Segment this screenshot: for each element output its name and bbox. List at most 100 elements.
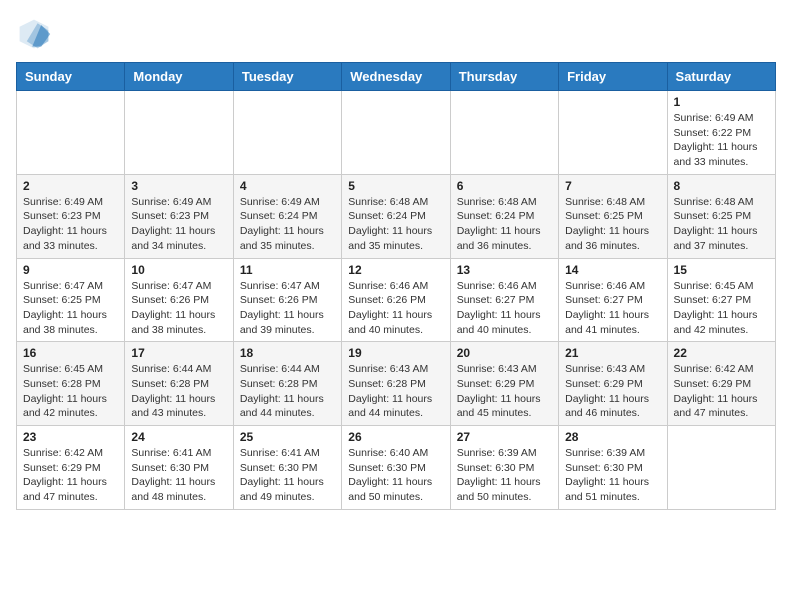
day-info: Sunrise: 6:43 AM Sunset: 6:28 PM Dayligh…	[348, 362, 443, 421]
calendar-cell: 23 Sunrise: 6:42 AM Sunset: 6:29 PM Dayli…	[17, 426, 125, 510]
calendar-cell: 14 Sunrise: 6:46 AM Sunset: 6:27 PM Dayli…	[559, 258, 667, 342]
calendar-week-row: 16 Sunrise: 6:45 AM Sunset: 6:28 PM Dayli…	[17, 342, 776, 426]
day-info: Sunrise: 6:45 AM Sunset: 6:27 PM Dayligh…	[674, 279, 769, 338]
day-number: 24	[131, 430, 226, 444]
day-info: Sunrise: 6:49 AM Sunset: 6:22 PM Dayligh…	[674, 111, 769, 170]
day-number: 27	[457, 430, 552, 444]
day-number: 2	[23, 179, 118, 193]
calendar-cell: 1 Sunrise: 6:49 AM Sunset: 6:22 PM Daylig…	[667, 91, 775, 175]
calendar-cell: 6 Sunrise: 6:48 AM Sunset: 6:24 PM Daylig…	[450, 174, 558, 258]
calendar-cell: 21 Sunrise: 6:43 AM Sunset: 6:29 PM Dayli…	[559, 342, 667, 426]
calendar-cell	[559, 91, 667, 175]
calendar-cell	[17, 91, 125, 175]
calendar-cell: 18 Sunrise: 6:44 AM Sunset: 6:28 PM Dayli…	[233, 342, 341, 426]
day-info: Sunrise: 6:48 AM Sunset: 6:25 PM Dayligh…	[674, 195, 769, 254]
calendar-cell: 2 Sunrise: 6:49 AM Sunset: 6:23 PM Daylig…	[17, 174, 125, 258]
day-info: Sunrise: 6:41 AM Sunset: 6:30 PM Dayligh…	[131, 446, 226, 505]
day-number: 21	[565, 346, 660, 360]
day-info: Sunrise: 6:42 AM Sunset: 6:29 PM Dayligh…	[23, 446, 118, 505]
day-number: 23	[23, 430, 118, 444]
weekday-header-tuesday: Tuesday	[233, 63, 341, 91]
calendar-cell: 15 Sunrise: 6:45 AM Sunset: 6:27 PM Dayli…	[667, 258, 775, 342]
logo	[16, 16, 56, 52]
day-info: Sunrise: 6:47 AM Sunset: 6:25 PM Dayligh…	[23, 279, 118, 338]
day-number: 7	[565, 179, 660, 193]
day-info: Sunrise: 6:49 AM Sunset: 6:23 PM Dayligh…	[131, 195, 226, 254]
day-info: Sunrise: 6:39 AM Sunset: 6:30 PM Dayligh…	[457, 446, 552, 505]
logo-icon	[16, 16, 52, 52]
weekday-header-friday: Friday	[559, 63, 667, 91]
calendar-cell	[450, 91, 558, 175]
calendar-cell: 8 Sunrise: 6:48 AM Sunset: 6:25 PM Daylig…	[667, 174, 775, 258]
day-info: Sunrise: 6:47 AM Sunset: 6:26 PM Dayligh…	[131, 279, 226, 338]
calendar-cell: 16 Sunrise: 6:45 AM Sunset: 6:28 PM Dayli…	[17, 342, 125, 426]
day-number: 4	[240, 179, 335, 193]
calendar-cell: 12 Sunrise: 6:46 AM Sunset: 6:26 PM Dayli…	[342, 258, 450, 342]
day-info: Sunrise: 6:43 AM Sunset: 6:29 PM Dayligh…	[457, 362, 552, 421]
day-info: Sunrise: 6:40 AM Sunset: 6:30 PM Dayligh…	[348, 446, 443, 505]
weekday-header-sunday: Sunday	[17, 63, 125, 91]
day-number: 17	[131, 346, 226, 360]
calendar-week-row: 1 Sunrise: 6:49 AM Sunset: 6:22 PM Daylig…	[17, 91, 776, 175]
calendar-cell: 11 Sunrise: 6:47 AM Sunset: 6:26 PM Dayli…	[233, 258, 341, 342]
day-info: Sunrise: 6:48 AM Sunset: 6:24 PM Dayligh…	[457, 195, 552, 254]
day-info: Sunrise: 6:41 AM Sunset: 6:30 PM Dayligh…	[240, 446, 335, 505]
calendar: SundayMondayTuesdayWednesdayThursdayFrid…	[16, 62, 776, 510]
calendar-cell: 25Sunrise: 6:41 AM Sunset: 6:30 PM Dayli…	[233, 426, 341, 510]
day-info: Sunrise: 6:46 AM Sunset: 6:27 PM Dayligh…	[457, 279, 552, 338]
calendar-cell	[233, 91, 341, 175]
day-number: 13	[457, 263, 552, 277]
day-number: 14	[565, 263, 660, 277]
day-info: Sunrise: 6:46 AM Sunset: 6:26 PM Dayligh…	[348, 279, 443, 338]
day-info: Sunrise: 6:44 AM Sunset: 6:28 PM Dayligh…	[240, 362, 335, 421]
day-number: 22	[674, 346, 769, 360]
day-info: Sunrise: 6:47 AM Sunset: 6:26 PM Dayligh…	[240, 279, 335, 338]
calendar-cell: 9 Sunrise: 6:47 AM Sunset: 6:25 PM Daylig…	[17, 258, 125, 342]
day-info: Sunrise: 6:42 AM Sunset: 6:29 PM Dayligh…	[674, 362, 769, 421]
calendar-cell: 22 Sunrise: 6:42 AM Sunset: 6:29 PM Dayli…	[667, 342, 775, 426]
day-number: 8	[674, 179, 769, 193]
calendar-cell: 4Sunrise: 6:49 AM Sunset: 6:24 PM Daylig…	[233, 174, 341, 258]
day-number: 26	[348, 430, 443, 444]
day-info: Sunrise: 6:48 AM Sunset: 6:24 PM Dayligh…	[348, 195, 443, 254]
calendar-week-row: 2 Sunrise: 6:49 AM Sunset: 6:23 PM Daylig…	[17, 174, 776, 258]
calendar-body: 1 Sunrise: 6:49 AM Sunset: 6:22 PM Daylig…	[17, 91, 776, 510]
calendar-week-row: 23 Sunrise: 6:42 AM Sunset: 6:29 PM Dayli…	[17, 426, 776, 510]
day-info: Sunrise: 6:39 AM Sunset: 6:30 PM Dayligh…	[565, 446, 660, 505]
day-number: 19	[348, 346, 443, 360]
calendar-week-row: 9 Sunrise: 6:47 AM Sunset: 6:25 PM Daylig…	[17, 258, 776, 342]
calendar-cell: 13 Sunrise: 6:46 AM Sunset: 6:27 PM Dayli…	[450, 258, 558, 342]
calendar-cell	[342, 91, 450, 175]
day-number: 9	[23, 263, 118, 277]
calendar-cell: 27 Sunrise: 6:39 AM Sunset: 6:30 PM Dayli…	[450, 426, 558, 510]
day-number: 3	[131, 179, 226, 193]
day-number: 10	[131, 263, 226, 277]
day-number: 5	[348, 179, 443, 193]
day-info: Sunrise: 6:44 AM Sunset: 6:28 PM Dayligh…	[131, 362, 226, 421]
day-number: 18	[240, 346, 335, 360]
day-number: 11	[240, 263, 335, 277]
day-number: 15	[674, 263, 769, 277]
calendar-header-row: SundayMondayTuesdayWednesdayThursdayFrid…	[17, 63, 776, 91]
day-info: Sunrise: 6:43 AM Sunset: 6:29 PM Dayligh…	[565, 362, 660, 421]
weekday-header-monday: Monday	[125, 63, 233, 91]
day-number: 28	[565, 430, 660, 444]
day-info: Sunrise: 6:45 AM Sunset: 6:28 PM Dayligh…	[23, 362, 118, 421]
day-number: 12	[348, 263, 443, 277]
day-info: Sunrise: 6:46 AM Sunset: 6:27 PM Dayligh…	[565, 279, 660, 338]
calendar-cell: 19 Sunrise: 6:43 AM Sunset: 6:28 PM Dayli…	[342, 342, 450, 426]
day-number: 1	[674, 95, 769, 109]
day-info: Sunrise: 6:48 AM Sunset: 6:25 PM Dayligh…	[565, 195, 660, 254]
calendar-cell: 20Sunrise: 6:43 AM Sunset: 6:29 PM Dayli…	[450, 342, 558, 426]
calendar-cell: 28 Sunrise: 6:39 AM Sunset: 6:30 PM Dayli…	[559, 426, 667, 510]
calendar-cell: 10 Sunrise: 6:47 AM Sunset: 6:26 PM Dayli…	[125, 258, 233, 342]
day-number: 16	[23, 346, 118, 360]
calendar-cell	[667, 426, 775, 510]
weekday-header-thursday: Thursday	[450, 63, 558, 91]
weekday-header-saturday: Saturday	[667, 63, 775, 91]
calendar-cell: 3 Sunrise: 6:49 AM Sunset: 6:23 PM Daylig…	[125, 174, 233, 258]
day-info: Sunrise: 6:49 AM Sunset: 6:23 PM Dayligh…	[23, 195, 118, 254]
calendar-cell: 24 Sunrise: 6:41 AM Sunset: 6:30 PM Dayli…	[125, 426, 233, 510]
calendar-cell: 5 Sunrise: 6:48 AM Sunset: 6:24 PM Daylig…	[342, 174, 450, 258]
day-number: 6	[457, 179, 552, 193]
